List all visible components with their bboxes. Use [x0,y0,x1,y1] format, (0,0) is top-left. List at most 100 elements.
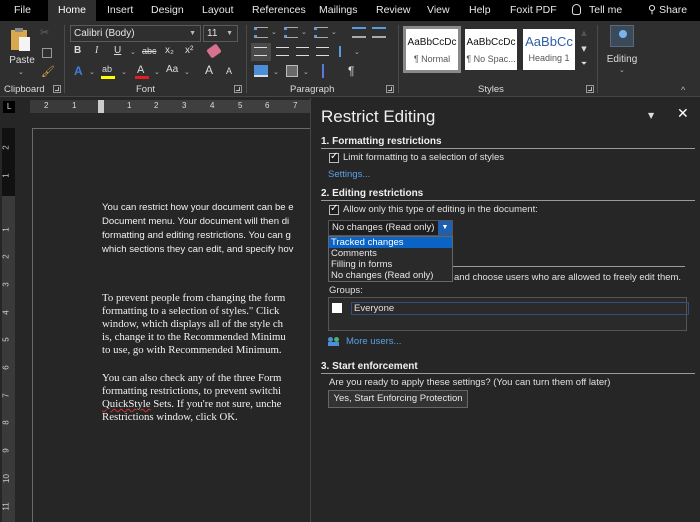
font-size-combo[interactable]: 11 ▼ [203,25,238,42]
more-users-link[interactable]: More users... [346,336,401,347]
tab-review[interactable]: Review [368,0,418,21]
option-comments[interactable]: Comments [329,248,452,259]
tab-home[interactable]: Home [48,0,97,21]
line-spacing-icon[interactable] [339,46,349,57]
paste-label[interactable]: Paste [8,55,36,66]
paragraph-1[interactable]: You can restrict how your document can b… [102,201,311,257]
bullets-dropdown-icon[interactable]: ⌄ [271,28,277,36]
share-button[interactable]: ⚲ Share [640,0,695,21]
chevron-down-icon[interactable]: ▼ [438,221,452,235]
everyone-checkbox[interactable] [332,303,342,313]
pane-options-chevron-icon[interactable]: ▼ [648,111,654,120]
underline-dropdown-icon[interactable]: ⌄ [130,48,136,56]
align-center-icon[interactable] [276,47,289,56]
grow-font-button[interactable]: A [205,63,213,77]
start-enforcing-button[interactable]: Yes, Start Enforcing Protection [328,390,468,408]
allow-editing-checkbox[interactable] [329,203,339,215]
highlight-dropdown-icon[interactable]: ⌄ [121,68,127,76]
collapse-ribbon-icon[interactable]: ^ [681,85,685,95]
font-name-combo[interactable]: Calibri (Body) ▼ [70,25,201,42]
bold-button[interactable]: B [74,45,81,56]
groups-list[interactable]: Everyone [328,297,689,331]
increase-indent-icon[interactable] [372,27,386,38]
editing-type-dropdown[interactable]: No changes (Read only) ▼ [328,220,453,236]
limit-formatting-label[interactable]: Limit formatting to a selection of style… [343,152,504,163]
cut-icon[interactable]: ✂ [40,26,49,39]
underline-button[interactable]: U [114,45,121,56]
misspelled-word[interactable]: QuickStyle [102,398,151,410]
editing-button[interactable] [610,25,634,47]
decrease-indent-icon[interactable] [352,27,366,38]
clipboard-dialog-launcher-icon[interactable] [53,85,61,93]
style-heading-1[interactable]: AaBbCc Heading 1 [523,29,575,70]
tab-design[interactable]: Design [143,0,192,21]
copy-icon[interactable] [42,48,52,58]
align-right-icon[interactable] [296,47,309,56]
editing-dropdown-icon[interactable]: ⌄ [619,66,625,74]
change-case-button[interactable]: Aa [166,64,178,75]
limit-formatting-checkbox[interactable] [329,151,339,163]
tab-file[interactable]: File [6,0,39,21]
editing-label[interactable]: Editing [604,54,640,65]
superscript-button[interactable]: x² [185,45,193,56]
shading-dropdown-icon[interactable]: ⌄ [273,68,279,76]
format-painter-icon[interactable]: 🖌 [41,65,55,78]
tab-foxit-pdf[interactable]: Foxit PDF [502,0,565,21]
text-effects-icon[interactable]: A [74,64,83,78]
paragraph-3[interactable]: You can also check any of the three Form… [102,372,311,424]
tab-references[interactable]: References [244,0,314,21]
paragraph-2[interactable]: To prevent people from changing the form… [102,292,311,357]
borders-dropdown-icon[interactable]: ⌄ [303,68,309,76]
justify-icon[interactable] [316,47,329,56]
multilevel-list-icon[interactable] [314,27,328,38]
everyone-item[interactable]: Everyone [351,302,689,315]
sort-icon[interactable] [322,64,330,78]
font-dialog-launcher-icon[interactable] [234,85,242,93]
paste-dropdown-chevron-icon[interactable]: ⌄ [18,68,24,76]
styles-dialog-launcher-icon[interactable] [586,85,594,93]
styles-more-icon[interactable]: ⏷ [579,57,589,70]
show-formatting-button[interactable]: ¶ [348,64,354,78]
change-case-dropdown-icon[interactable]: ⌄ [184,68,190,76]
paste-button[interactable] [10,27,32,53]
numbering-icon[interactable] [284,27,298,38]
subscript-button[interactable]: x₂ [165,45,174,56]
highlight-color-button[interactable]: ab [101,64,115,79]
option-filling-in-forms[interactable]: Filling in forms [329,259,452,270]
styles-scroll-down-icon[interactable]: ▼ [579,43,589,56]
vertical-ruler[interactable]: 2 1 1 2 3 4 5 6 7 8 9 10 11 [2,128,15,522]
styles-scroll-up-icon[interactable]: ▲ [579,29,589,42]
option-no-changes[interactable]: No changes (Read only) [329,270,452,281]
multilevel-dropdown-icon[interactable]: ⌄ [331,28,337,36]
tab-selector[interactable]: L [3,101,15,113]
text-effects-dropdown-icon[interactable]: ⌄ [89,68,95,76]
tab-help[interactable]: Help [461,0,499,21]
document-page[interactable]: You can restrict how your document can b… [32,128,310,522]
strikethrough-button[interactable]: abc [142,46,157,56]
numbering-dropdown-icon[interactable]: ⌄ [301,28,307,36]
style-no-spacing[interactable]: AaBbCcDc ¶ No Spac... [465,29,517,70]
tab-insert[interactable]: Insert [99,0,141,21]
italic-button[interactable]: I [95,45,98,56]
allow-editing-label[interactable]: Allow only this type of editing in the d… [343,204,538,215]
line-spacing-dropdown-icon[interactable]: ⌄ [354,48,360,56]
tab-mailings[interactable]: Mailings [311,0,366,21]
align-left-button[interactable] [251,43,271,61]
indent-marker-icon[interactable] [98,100,104,113]
close-icon[interactable]: ✕ [677,106,689,122]
clear-formatting-icon[interactable] [206,43,222,59]
tell-me-button[interactable]: Tell me [564,0,630,21]
tab-layout[interactable]: Layout [194,0,242,21]
bullets-icon[interactable] [254,27,268,38]
settings-link[interactable]: Settings... [328,169,370,180]
borders-icon[interactable] [286,65,298,77]
font-color-button[interactable]: A [135,64,149,79]
shrink-font-button[interactable]: A [226,66,232,76]
horizontal-ruler[interactable]: 2 1 1 2 3 4 5 6 7 [30,100,310,113]
tab-view[interactable]: View [419,0,458,21]
font-color-dropdown-icon[interactable]: ⌄ [154,68,160,76]
option-tracked-changes[interactable]: Tracked changes [329,237,452,248]
style-normal[interactable]: AaBbCcDc ¶ Normal [403,26,461,73]
shading-icon[interactable] [254,65,268,77]
paragraph-dialog-launcher-icon[interactable] [386,85,394,93]
